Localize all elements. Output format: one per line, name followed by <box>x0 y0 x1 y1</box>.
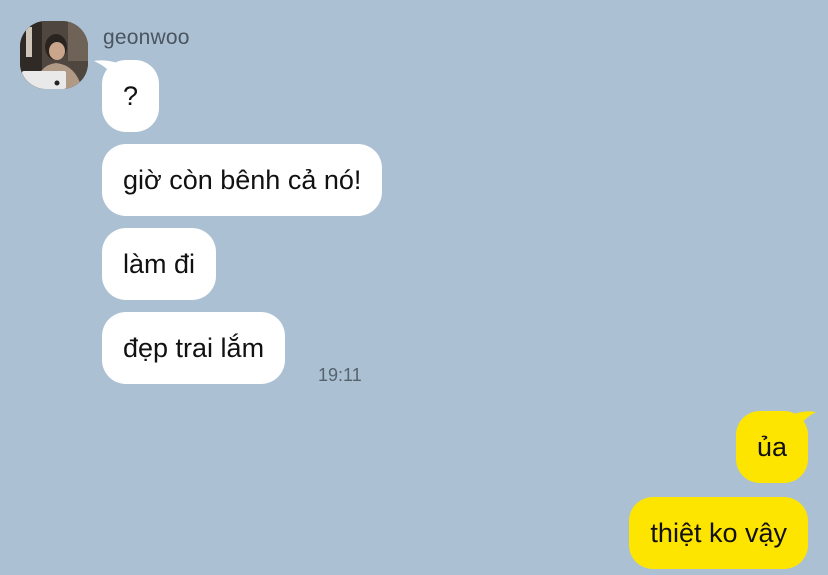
message-text: làm đi <box>123 249 196 279</box>
message-text: thiệt ko vậy <box>650 518 787 548</box>
message-text: đẹp trai lắm <box>123 333 265 363</box>
avatar-photo <box>20 21 88 89</box>
sender-name: geonwoo <box>103 26 190 49</box>
message-text: giờ còn bênh cả nó! <box>123 165 362 195</box>
message-text: ? <box>123 81 139 111</box>
avatar[interactable] <box>20 21 88 89</box>
chat-view: geonwoo ? giờ còn bênh cả nó! làm đi đẹp… <box>0 0 828 575</box>
incoming-message-bubble[interactable]: làm đi <box>102 228 217 300</box>
message-text: ủa <box>756 432 787 462</box>
incoming-message-bubble[interactable]: đẹp trai lắm <box>102 312 286 384</box>
outgoing-message-bubble[interactable]: thiệt ko vậy <box>629 497 808 569</box>
message-timestamp: 19:11 <box>318 365 362 385</box>
incoming-message-bubble[interactable]: ? <box>102 60 160 132</box>
incoming-message-bubble[interactable]: giờ còn bênh cả nó! <box>102 144 383 216</box>
outgoing-message-bubble[interactable]: ủa <box>735 411 808 483</box>
